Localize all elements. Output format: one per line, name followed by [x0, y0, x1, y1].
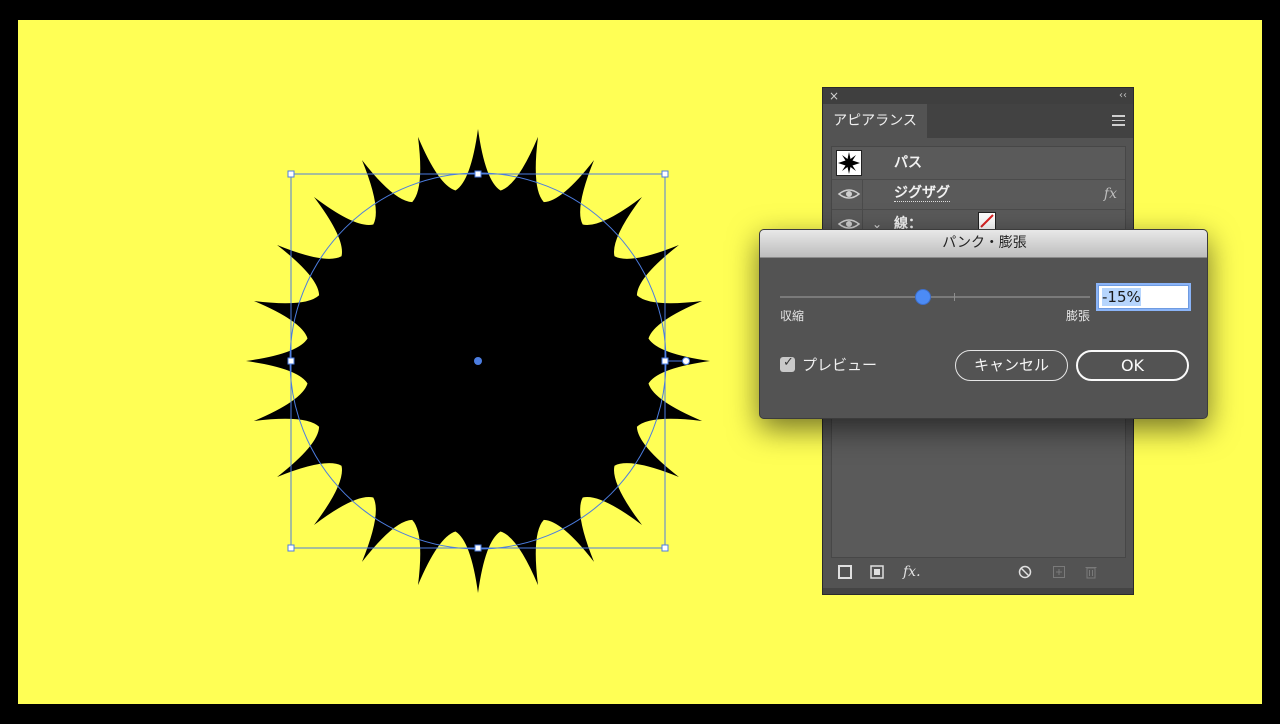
slider-max-label: 膨張: [1066, 309, 1091, 323]
collapse-icon[interactable]: ‹‹: [1119, 88, 1127, 104]
fx-icon: fx: [1103, 186, 1117, 202]
starburst-thumbnail-icon: [838, 152, 860, 174]
zigzag-effect-link[interactable]: ジグザグ: [894, 179, 950, 202]
tab-appearance[interactable]: アピアランス: [823, 104, 927, 138]
visibility-cell: [832, 179, 863, 209]
stroke-swatch[interactable]: [978, 212, 996, 230]
handle-top-right[interactable]: [661, 170, 669, 178]
dialog-title-bar[interactable]: パンク・膨張: [760, 230, 1207, 258]
eye-icon[interactable]: [836, 186, 862, 202]
panel-bottom-toolbar: fx.: [823, 558, 1133, 586]
ok-button[interactable]: OK: [1076, 350, 1189, 381]
hamburger-icon[interactable]: [1112, 115, 1125, 126]
slider-center-tick: [954, 293, 955, 301]
handle-bottom-center[interactable]: [474, 544, 482, 552]
panel-resize-grip[interactable]: [823, 588, 1133, 594]
handle-top-center[interactable]: [474, 170, 482, 178]
preview-label[interactable]: プレビュー: [802, 354, 877, 375]
duplicate-item-icon[interactable]: [1051, 564, 1067, 580]
cancel-button[interactable]: キャンセル: [955, 350, 1068, 381]
fx-menu-icon[interactable]: fx.: [903, 564, 927, 580]
new-stroke-icon[interactable]: [837, 564, 853, 580]
amount-input[interactable]: -15%: [1098, 285, 1189, 309]
appearance-row-zigzag[interactable]: ジグザグ fx: [832, 179, 1125, 210]
checkmark-icon: ✓: [783, 355, 794, 370]
path-thumbnail: [836, 150, 862, 176]
dialog-title: パンク・膨張: [942, 235, 1027, 251]
handle-top-left[interactable]: [287, 170, 295, 178]
no-stroke-icon: [980, 214, 994, 228]
new-fill-icon[interactable]: [869, 564, 885, 580]
slider-min-label: 収縮: [780, 309, 805, 323]
panel-top-bar: × ‹‹: [823, 88, 1133, 104]
center-point: [474, 357, 482, 365]
close-icon[interactable]: ×: [829, 88, 839, 104]
appearance-row-path[interactable]: パス: [832, 147, 1125, 180]
slider-thumb[interactable]: [915, 289, 932, 305]
screen-frame: × ‹‹ アピアランス パス ジグザグ fx ⌄ 線： fx. パンク・膨張 収…: [0, 0, 1280, 724]
amount-value: -15%: [1102, 288, 1141, 306]
panel-tab-bar: アピアランス: [823, 104, 1133, 138]
pucker-bloat-dialog: パンク・膨張 収縮 膨張 -15% ✓ プレビュー キャンセル OK: [759, 229, 1208, 419]
delete-item-icon[interactable]: [1083, 564, 1099, 580]
path-label: パス: [894, 155, 922, 171]
preview-checkbox[interactable]: ✓: [780, 355, 795, 372]
handle-middle-right[interactable]: [661, 357, 669, 365]
clear-appearance-icon[interactable]: [1017, 564, 1033, 580]
rotate-handle[interactable]: [682, 357, 690, 365]
handle-bottom-right[interactable]: [661, 544, 669, 552]
handle-middle-left[interactable]: [287, 357, 295, 365]
handle-bottom-left[interactable]: [287, 544, 295, 552]
pucker-bloat-slider[interactable]: [780, 289, 1090, 305]
